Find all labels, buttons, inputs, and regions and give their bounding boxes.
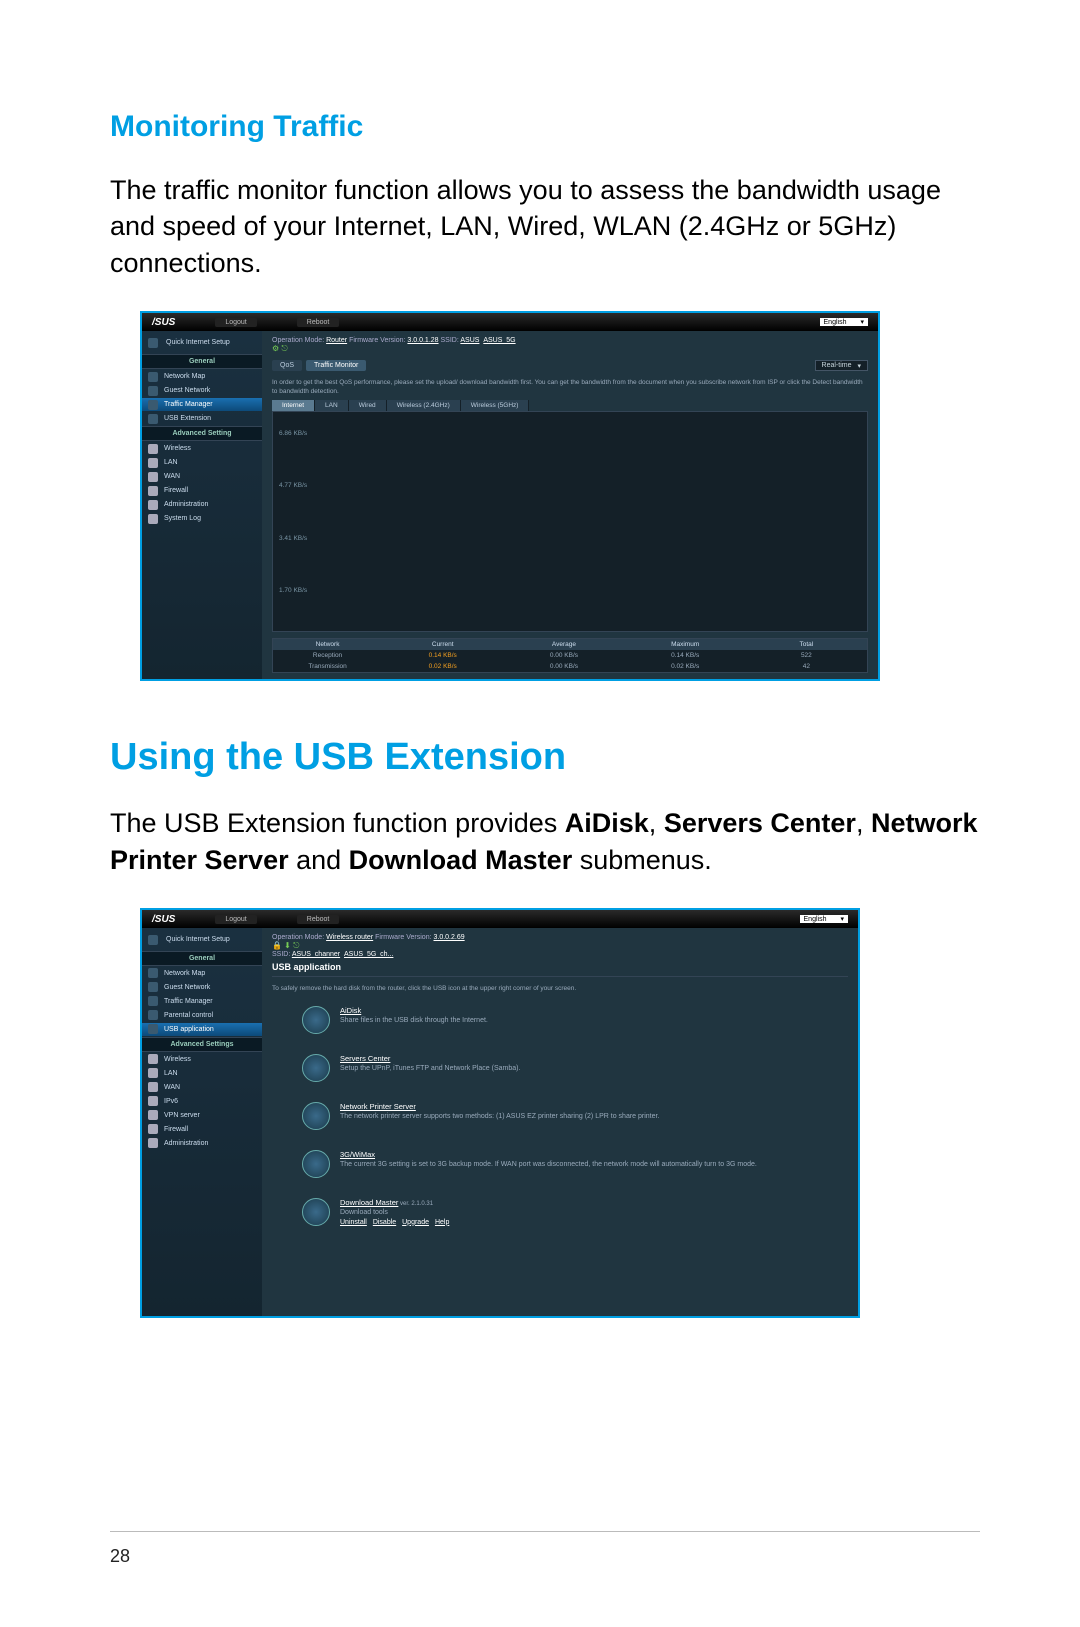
app-aidisk[interactable]: AiDiskShare files in the USB disk throug… [302, 1006, 848, 1034]
app-download-master[interactable]: Download Master ver. 2.1.0.31 Download t… [302, 1198, 848, 1227]
app-printer-server[interactable]: Network Printer ServerThe network printe… [302, 1102, 848, 1130]
stats-row-reception: Reception 0.14 KB/s 0.00 KB/s 0.14 KB/s … [273, 650, 867, 661]
router-info-line: Operation Mode: Router Firmware Version:… [272, 337, 868, 354]
sidebar-heading-general: General [142, 951, 262, 966]
router-sidebar: Quick Internet Setup General Network Map… [142, 331, 262, 679]
status-icons: 🔒 ⬇ ⎋ [272, 941, 848, 951]
sidebar-quick-setup[interactable]: Quick Internet Setup [142, 930, 262, 950]
stats-row-transmission: Transmission 0.02 KB/s 0.00 KB/s 0.02 KB… [273, 661, 867, 672]
link-uninstall[interactable]: Uninstall [340, 1219, 367, 1226]
sidebar-item-lan[interactable]: LAN [142, 1067, 262, 1080]
sidebar-heading-advanced: Advanced Settings [142, 1037, 262, 1052]
sidebar-item-network-map[interactable]: Network Map [142, 370, 262, 383]
language-select[interactable]: English [800, 915, 848, 923]
sidebar-item-guest-network[interactable]: Guest Network [142, 981, 262, 994]
traffic-graph: 6.86 KB/s 4.77 KB/s 3.41 KB/s 1.70 KB/s [272, 411, 868, 632]
app-servers-center[interactable]: Servers CenterSetup the UPnP, iTunes FTP… [302, 1054, 848, 1082]
heading-usb-extension: Using the USB Extension [110, 736, 980, 779]
sidebar-quick-setup[interactable]: Quick Internet Setup [142, 333, 262, 353]
subtab-wlan24[interactable]: Wireless (2.4GHz) [387, 400, 461, 411]
link-disable[interactable]: Disable [373, 1219, 396, 1226]
sidebar-item-ipv6[interactable]: IPv6 [142, 1095, 262, 1108]
sidebar-item-wan[interactable]: WAN [142, 1081, 262, 1094]
asus-logo: /SUS [152, 317, 175, 328]
sidebar-item-vpn-server[interactable]: VPN server [142, 1109, 262, 1122]
asus-logo: /SUS [152, 914, 175, 925]
sidebar-item-lan[interactable]: LAN [142, 456, 262, 469]
sidebar-item-usb-extension[interactable]: USB Extension [142, 412, 262, 425]
usb-app-title: USB application [272, 962, 848, 972]
heading-monitoring-traffic: Monitoring Traffic [110, 110, 980, 144]
link-help[interactable]: Help [435, 1219, 449, 1226]
language-select[interactable]: English [820, 318, 868, 326]
router-sidebar: Quick Internet Setup General Network Map… [142, 928, 262, 1316]
sidebar-item-usb-application[interactable]: USB application [142, 1023, 262, 1036]
logout-button[interactable]: Logout [215, 915, 256, 924]
traffic-stats-table: Network Current Average Maximum Total Re… [272, 638, 868, 673]
subtab-internet[interactable]: Internet [272, 400, 315, 411]
footer-rule [110, 1531, 980, 1532]
subtab-wlan5[interactable]: Wireless (5GHz) [461, 400, 530, 411]
router-topbar: /SUS Logout Reboot English [142, 313, 878, 331]
usb-remove-hint: To safely remove the hard disk from the … [272, 985, 848, 993]
subtab-wired[interactable]: Wired [349, 400, 387, 411]
tab-qos[interactable]: QoS [272, 360, 302, 371]
screenshot-traffic-monitor: /SUS Logout Reboot English Quick Interne… [140, 311, 880, 681]
printer-icon [302, 1102, 330, 1130]
app-3g-wimax[interactable]: 3G/WiMaxThe current 3G setting is set to… [302, 1150, 848, 1178]
sidebar-item-wireless[interactable]: Wireless [142, 1053, 262, 1066]
realtime-select[interactable]: Real-time [815, 360, 868, 371]
subtab-lan[interactable]: LAN [315, 400, 349, 411]
paragraph-monitoring-traffic: The traffic monitor function allows you … [110, 172, 980, 281]
link-upgrade[interactable]: Upgrade [402, 1219, 429, 1226]
sidebar-item-network-map[interactable]: Network Map [142, 967, 262, 980]
wimax-icon [302, 1150, 330, 1178]
sidebar-item-traffic-manager[interactable]: Traffic Manager [142, 398, 262, 411]
sidebar-item-wireless[interactable]: Wireless [142, 442, 262, 455]
sidebar-item-firewall[interactable]: Firewall [142, 1123, 262, 1136]
bandwidth-hint: In order to get the best QoS performance… [272, 379, 868, 396]
paragraph-usb-extension: The USB Extension function provides AiDi… [110, 805, 980, 878]
sidebar-item-administration[interactable]: Administration [142, 1137, 262, 1150]
sidebar-item-guest-network[interactable]: Guest Network [142, 384, 262, 397]
sidebar-item-firewall[interactable]: Firewall [142, 484, 262, 497]
sidebar-item-traffic-manager[interactable]: Traffic Manager [142, 995, 262, 1008]
sidebar-item-administration[interactable]: Administration [142, 498, 262, 511]
sidebar-heading-general: General [142, 354, 262, 369]
screenshot-usb-application: /SUS Logout Reboot English Quick Interne… [140, 908, 860, 1318]
router-topbar: /SUS Logout Reboot English [142, 910, 858, 928]
servers-icon [302, 1054, 330, 1082]
download-icon [302, 1198, 330, 1226]
router-ssid-line: SSID: ASUS_channer ASUS_5G_ch... [272, 951, 848, 958]
page-number: 28 [110, 1546, 130, 1567]
status-icons: ⚙ ⎋ [272, 344, 868, 354]
sidebar-item-parental-control[interactable]: Parental control [142, 1009, 262, 1022]
aidisk-icon [302, 1006, 330, 1034]
reboot-button[interactable]: Reboot [297, 915, 340, 924]
sidebar-heading-advanced: Advanced Setting [142, 426, 262, 441]
sidebar-item-system-log[interactable]: System Log [142, 512, 262, 525]
network-subtabs: Internet LAN Wired Wireless (2.4GHz) Wir… [272, 400, 868, 411]
logout-button[interactable]: Logout [215, 318, 256, 327]
router-info-line: Operation Mode: Wireless router Firmware… [272, 934, 848, 951]
sidebar-item-wan[interactable]: WAN [142, 470, 262, 483]
tab-traffic-monitor[interactable]: Traffic Monitor [306, 360, 366, 371]
reboot-button[interactable]: Reboot [297, 318, 340, 327]
